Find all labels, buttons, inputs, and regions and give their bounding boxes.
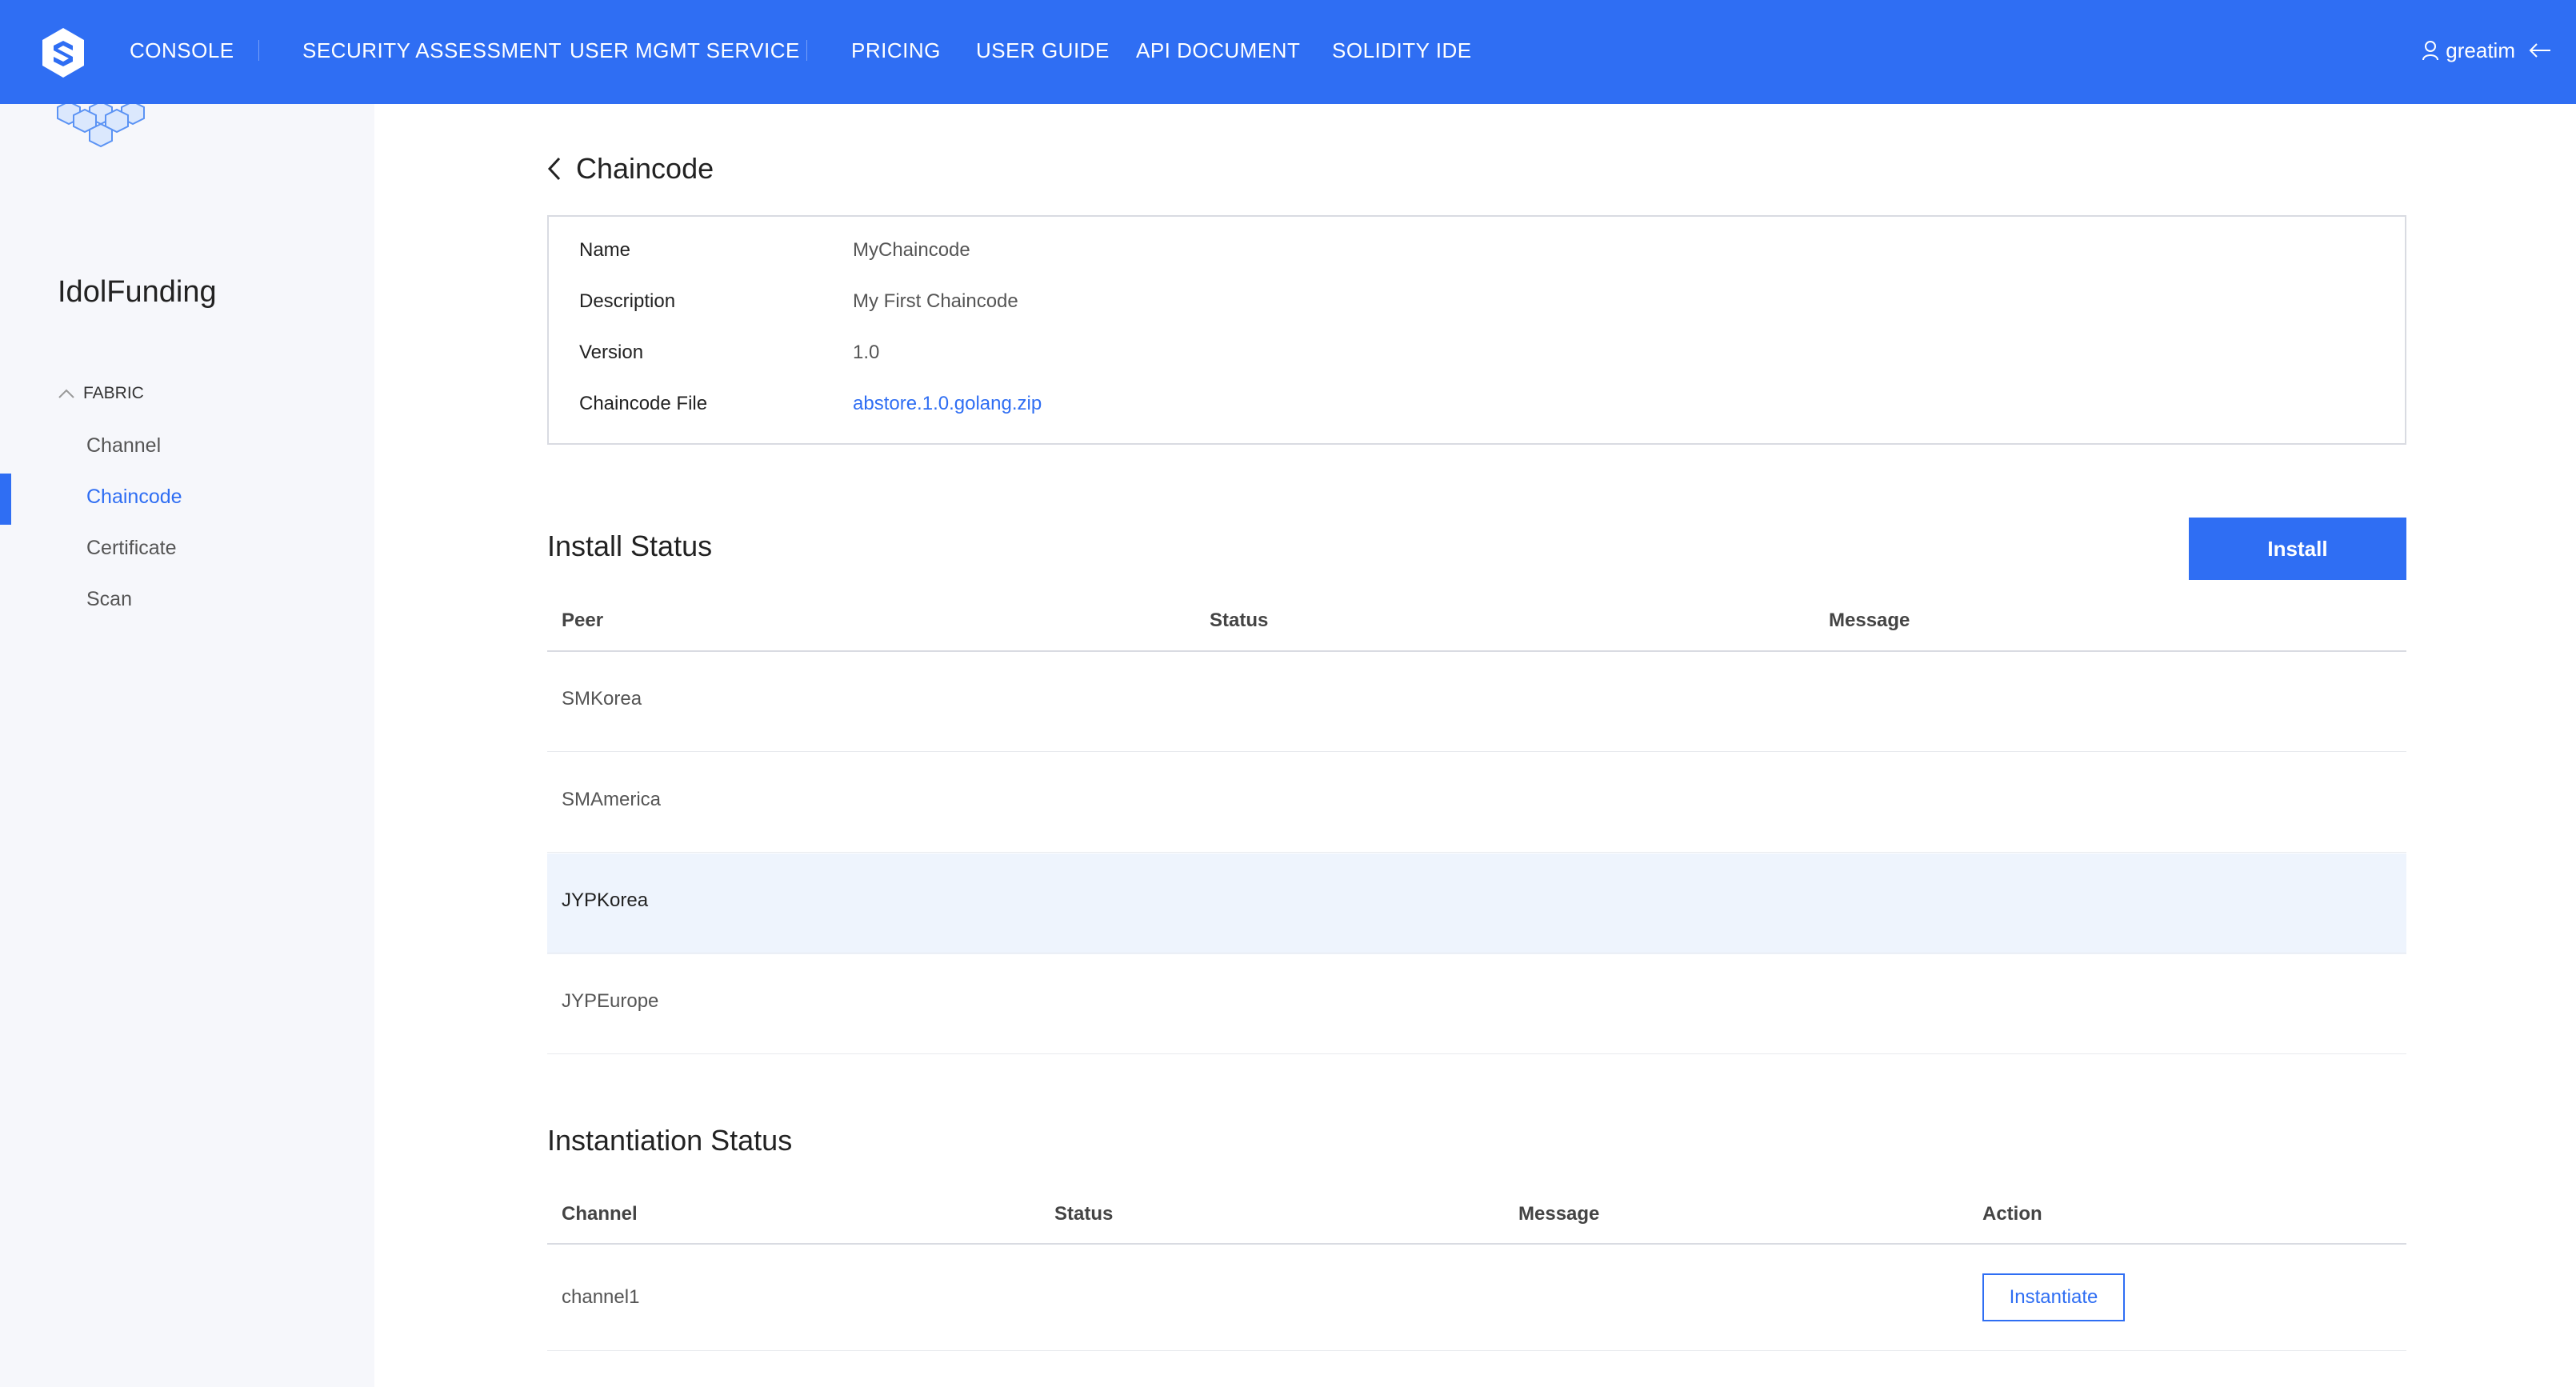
nav-pricing[interactable]: PRICING	[851, 36, 941, 65]
instantiation-header-status: Status	[1054, 1203, 1114, 1225]
install-row-peer: SMKorea	[562, 688, 642, 709]
project-logo-icon	[57, 104, 145, 148]
sidebar-item-certificate[interactable]: Certificate	[86, 534, 177, 562]
detail-value-description: My First Chaincode	[853, 290, 1018, 312]
chevron-left-icon	[547, 157, 561, 181]
instantiation-header-channel: Channel	[562, 1203, 638, 1225]
row-divider	[547, 852, 2406, 853]
install-button[interactable]: Install	[2189, 518, 2406, 580]
instantiate-button[interactable]: Instantiate	[1982, 1273, 2125, 1321]
row-divider	[547, 1053, 2406, 1054]
nav-user-guide[interactable]: USER GUIDE	[976, 36, 1110, 65]
install-header-peer: Peer	[562, 610, 604, 631]
back-button[interactable]: Chaincode	[547, 152, 714, 186]
install-header-message: Message	[1829, 610, 1910, 631]
install-row-peer: SMAmerica	[562, 789, 662, 810]
chaincode-file-link[interactable]: abstore.1.0.golang.zip	[853, 393, 1042, 415]
chevron-up-icon	[58, 389, 74, 398]
nav-solidity-ide[interactable]: SOLIDITY IDE	[1332, 36, 1472, 65]
active-indicator	[0, 474, 11, 525]
sidebar-item-channel[interactable]: Channel	[86, 432, 161, 459]
sidebar: IdolFunding FABRIC Channel Chaincode Cer…	[0, 104, 374, 1387]
fabric-section-toggle[interactable]: FABRIC	[58, 384, 144, 403]
logout-arrow-icon[interactable]	[2528, 42, 2552, 59]
detail-label-chaincode-file: Chaincode File	[579, 393, 708, 414]
detail-label-description: Description	[579, 290, 676, 312]
install-row-peer: JYPKorea	[562, 889, 649, 911]
detail-value-version: 1.0	[853, 342, 880, 363]
nav-security-assessment[interactable]: SECURITY ASSESSMENT	[302, 36, 562, 65]
instantiation-header-action: Action	[1982, 1203, 2042, 1225]
user-menu[interactable]: greatim	[2422, 36, 2552, 65]
install-status-title: Install Status	[547, 530, 713, 562]
chaincode-details: Name MyChaincode Description My First Ch…	[547, 215, 2406, 445]
install-header-divider	[547, 650, 2406, 652]
detail-value-name: MyChaincode	[853, 239, 970, 261]
page-title: Chaincode	[576, 152, 714, 185]
sidebar-item-chaincode[interactable]: Chaincode	[86, 483, 182, 510]
nav-divider	[806, 40, 807, 61]
row-divider	[547, 1350, 2406, 1351]
detail-label-version: Version	[579, 342, 644, 363]
brand-logo-icon[interactable]	[40, 26, 86, 79]
detail-label-name: Name	[579, 239, 631, 261]
install-row-peer: JYPEurope	[562, 990, 659, 1012]
main-content: Chaincode Name MyChaincode Description M…	[374, 104, 2576, 1387]
top-navbar: CONSOLE SECURITY ASSESSMENT USER MGMT SE…	[0, 0, 2576, 104]
nav-divider	[258, 40, 259, 61]
nav-api-document[interactable]: API DOCUMENT	[1136, 36, 1300, 65]
section-label: FABRIC	[83, 384, 144, 402]
project-name: IdolFunding	[58, 275, 217, 309]
instantiation-header-message: Message	[1518, 1203, 1600, 1225]
user-icon	[2422, 41, 2439, 61]
table-row-highlight	[547, 853, 2406, 954]
instantiation-header-divider	[547, 1243, 2406, 1245]
instantiation-row-channel: channel1	[562, 1286, 640, 1308]
username: greatim	[2446, 38, 2515, 62]
install-header-status: Status	[1210, 610, 1269, 631]
sidebar-item-scan[interactable]: Scan	[86, 586, 132, 613]
row-divider	[547, 751, 2406, 752]
instantiation-status-title: Instantiation Status	[547, 1124, 793, 1157]
nav-console[interactable]: CONSOLE	[130, 36, 234, 65]
nav-user-mgmt-service[interactable]: USER MGMT SERVICE	[570, 36, 800, 65]
